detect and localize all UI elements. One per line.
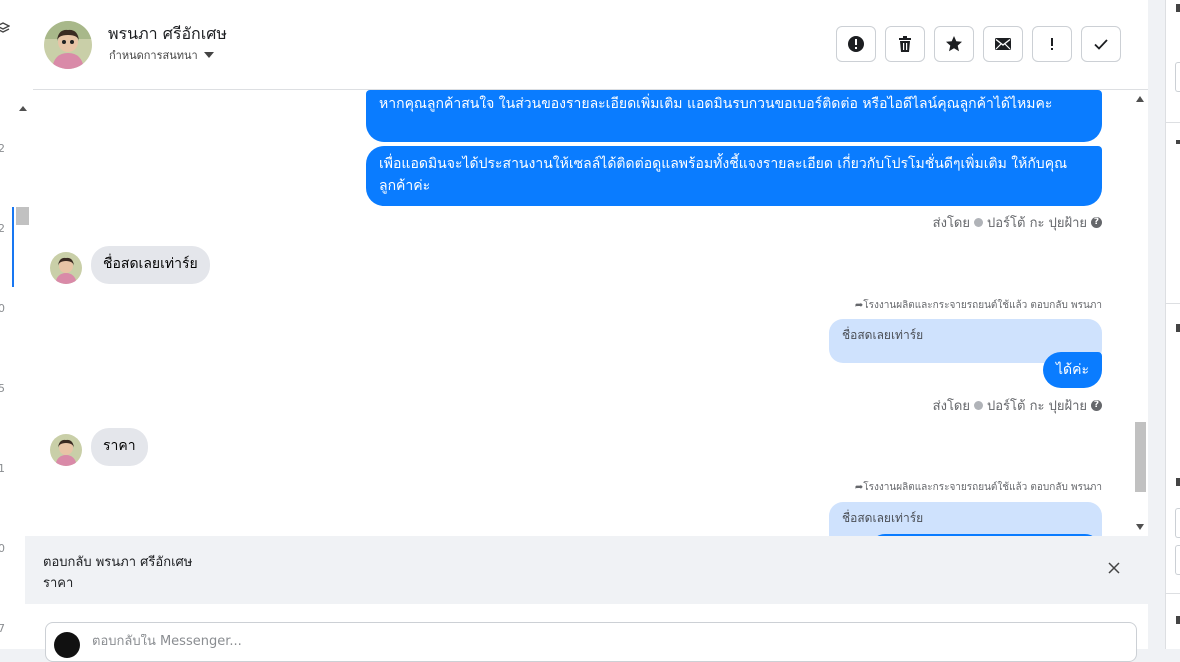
- reply-context-note: ➦โรงงานผลิตและกระจายรถยนต์ใช้แล้ว ตอบกลั…: [855, 298, 1102, 313]
- reply-context-text: โรงงานผลิตและกระจายรถยนต์ใช้แล้ว ตอบกลับ…: [863, 482, 1102, 493]
- quoted-message[interactable]: ชื่อสดเลยเท่าร์ย: [829, 502, 1102, 536]
- conversation-pane: พรนภา ศรีอักเศษ กำหนดการสนทนา หากคุณลูกค…: [25, 0, 1148, 662]
- outgoing-message[interactable]: ได้ค่ะ: [1042, 352, 1102, 388]
- message-composer[interactable]: [45, 622, 1137, 662]
- list-count-text: 0: [0, 302, 5, 315]
- list-scroll-up-icon[interactable]: [19, 106, 27, 111]
- scroll-up-icon[interactable]: [1136, 96, 1144, 102]
- list-scrollbar-thumb[interactable]: [16, 207, 29, 225]
- sent-by-prefix: ส่งโดย: [932, 216, 970, 231]
- caret-down-icon: [203, 52, 214, 58]
- alert-circle-icon: [848, 36, 864, 52]
- reply-arrow-icon: ➦: [854, 482, 864, 493]
- layers-icon[interactable]: [0, 22, 10, 36]
- incoming-message[interactable]: ราคา: [91, 428, 148, 466]
- exclamation-icon: [1051, 38, 1053, 50]
- help-icon[interactable]: ?: [1091, 217, 1102, 228]
- check-icon: [1094, 39, 1108, 50]
- active-conversation-indicator: [12, 207, 14, 287]
- scrollbar-thumb[interactable]: [1135, 422, 1146, 492]
- composer-area: [33, 604, 1148, 662]
- panel-divider: [1166, 303, 1180, 304]
- reply-preview-text: ราคา: [43, 576, 74, 591]
- reply-preview-panel: ตอบกลับ พรนภา ศรีอักเศษ ราคา: [25, 536, 1148, 604]
- sender-name[interactable]: ปอร์โต้ กะ ปุยฝ้าย: [987, 395, 1087, 416]
- list-count-text: 0: [0, 542, 5, 555]
- sent-by-label: ส่งโดย ปอร์โต้ กะ ปุยฝ้าย ?: [933, 212, 1102, 233]
- outgoing-message[interactable]: หากคุณลูกค้าสนใจ ในส่วนของรายละเอียดเพิ่…: [366, 90, 1102, 142]
- message-thread[interactable]: หากคุณลูกค้าสนใจ ในส่วนของรายละเอียดเพิ่…: [33, 90, 1148, 536]
- panel-divider: [1166, 593, 1180, 594]
- reply-input[interactable]: [92, 634, 992, 649]
- reply-context-note: ➦โรงงานผลิตและกระจายรถยนต์ใช้แล้ว ตอบกลั…: [855, 480, 1102, 495]
- sent-by-label: ส่งโดย ปอร์โต้ กะ ปุยฝ้าย ?: [933, 395, 1102, 416]
- help-icon[interactable]: ?: [1091, 400, 1102, 411]
- page-badge-icon: [974, 218, 983, 227]
- conversation-header: พรนภา ศรีอักเศษ กำหนดการสนทนา: [33, 0, 1148, 90]
- page-badge-icon: [974, 401, 983, 410]
- contact-name[interactable]: พรนภา ศรีอักเศษ: [108, 22, 227, 47]
- reply-preview-title: ตอบกลับ พรนภา ศรีอักเศษ: [43, 555, 193, 570]
- panel-text-fragment: [1176, 324, 1180, 332]
- conversation-toolbar: [836, 26, 1121, 62]
- thread-scrollbar[interactable]: [1133, 90, 1147, 536]
- list-count-text: 2: [0, 142, 5, 155]
- panel-field-fragment[interactable]: [1175, 545, 1180, 575]
- contact-avatar[interactable]: [44, 21, 92, 69]
- page-avatar: [54, 632, 80, 658]
- reply-arrow-icon: ➦: [854, 300, 864, 311]
- panel-field-fragment[interactable]: [1175, 508, 1180, 538]
- star-icon: [946, 36, 962, 52]
- outgoing-message[interactable]: เพื่อแอดมินจะได้ประสานงานให้เซลล์ได้ติดต…: [366, 146, 1102, 206]
- assign-conversation-label: กำหนดการสนทนา: [109, 49, 198, 62]
- list-count-text: 7: [0, 622, 5, 635]
- scroll-down-icon[interactable]: [1136, 524, 1144, 530]
- sender-name[interactable]: ปอร์โต้ กะ ปุยฝ้าย: [987, 212, 1087, 233]
- star-button[interactable]: [934, 26, 974, 62]
- incoming-message[interactable]: ชื่อสดเลยเท่าร์ย: [91, 246, 210, 284]
- envelope-icon: [995, 38, 1011, 50]
- panel-text-fragment: [1176, 478, 1180, 486]
- assign-conversation-dropdown[interactable]: กำหนดการสนทนา: [109, 46, 214, 64]
- mark-unread-button[interactable]: [983, 26, 1023, 62]
- reply-context-text: โรงงานผลิตและกระจายรถยนต์ใช้แล้ว ตอบกลับ…: [863, 300, 1102, 311]
- sent-by-prefix: ส่งโดย: [932, 399, 970, 414]
- contact-avatar-small[interactable]: [50, 252, 82, 284]
- delete-button[interactable]: [885, 26, 925, 62]
- mark-done-button[interactable]: [1081, 26, 1121, 62]
- list-count-text: 2: [0, 222, 5, 235]
- panel-text-fragment: [1176, 4, 1180, 12]
- list-count-text: 5: [0, 382, 5, 395]
- contact-details-panel: [1165, 0, 1180, 649]
- panel-divider: [1166, 122, 1180, 123]
- contact-avatar-small[interactable]: [50, 434, 82, 466]
- list-count-text: 1: [0, 462, 5, 475]
- follow-up-button[interactable]: [1032, 26, 1072, 62]
- panel-field-fragment[interactable]: [1175, 62, 1180, 92]
- trash-icon: [899, 36, 911, 52]
- close-icon[interactable]: [1107, 561, 1121, 575]
- spam-button[interactable]: [836, 26, 876, 62]
- panel-text-fragment: [1176, 140, 1180, 144]
- panel-text-fragment: [1176, 616, 1180, 624]
